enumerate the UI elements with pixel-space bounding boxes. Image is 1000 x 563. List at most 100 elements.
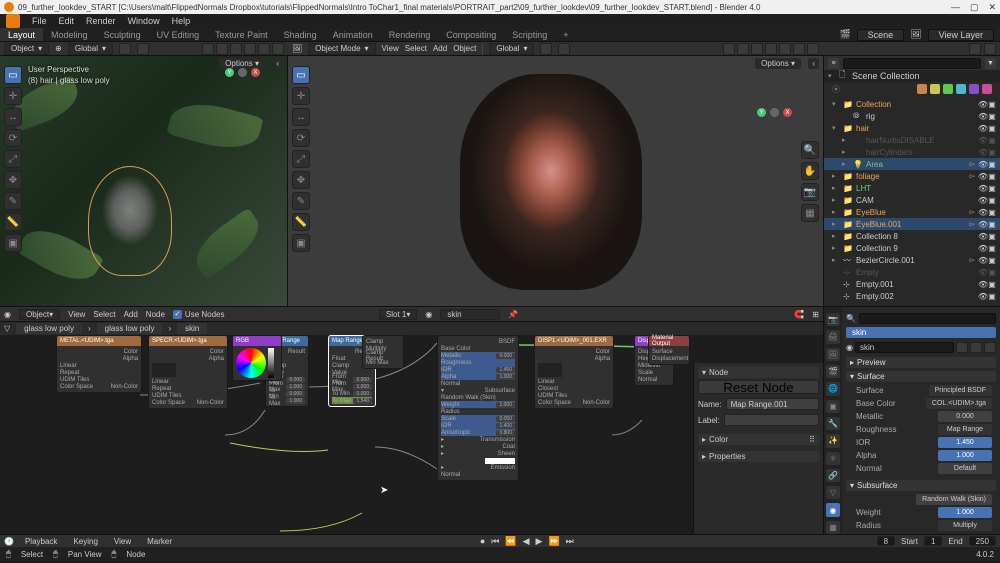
start-frame[interactable]: 1 [924, 536, 942, 546]
material-name-field[interactable]: skin [855, 342, 954, 353]
blender-logo-icon[interactable] [6, 14, 20, 28]
ptab-world[interactable]: 🌐 [826, 382, 840, 395]
nav-gizmo[interactable]: Z X Y [225, 68, 261, 104]
nh-view[interactable]: View [68, 310, 85, 319]
scene-collection-label[interactable]: Scene Collection [852, 71, 996, 81]
tool2-scale[interactable]: ⤢ [292, 150, 310, 168]
np-name-field[interactable]: Map Range.001 [726, 398, 819, 410]
preview-panel[interactable]: ▸ Preview [846, 357, 996, 368]
shading-rendered-icon[interactable] [272, 43, 284, 55]
outliner-filter-icon[interactable] [969, 43, 981, 55]
overlay-icon[interactable] [202, 43, 214, 55]
nav-persp-icon[interactable]: ▦ [801, 204, 819, 222]
nav-pan-icon[interactable]: ✋ [801, 162, 819, 180]
menu-help[interactable]: Help [172, 16, 191, 26]
menu-edit[interactable]: Edit [59, 16, 75, 26]
material-name-field[interactable]: skin [440, 309, 500, 320]
scene-field[interactable]: Scene [857, 29, 905, 41]
outliner-new-icon[interactable] [984, 43, 996, 55]
tab-animation[interactable]: Animation [325, 28, 381, 41]
basecolor-link[interactable]: COL.<UDIM>.tga [926, 398, 992, 409]
next-key-icon[interactable]: ⏩ [546, 536, 561, 547]
nregion2-toggle[interactable]: ‹ [808, 58, 819, 69]
gizmo-icon[interactable] [723, 43, 735, 55]
current-frame[interactable]: 8 [877, 536, 895, 546]
prop-search[interactable] [859, 313, 996, 324]
outliner-row[interactable]: ▾📁Collection👁▣ [824, 98, 1000, 110]
crumb-material[interactable]: skin [177, 323, 207, 334]
normal-field[interactable]: Default [938, 463, 992, 474]
outliner-row[interactable]: ▸hairNurbsDISABLE👁▣ [824, 134, 1000, 146]
outliner-row[interactable]: ▾📁hair👁▣ [824, 122, 1000, 134]
viewport-3d-right[interactable]: Options ▾ ‹ ▭ ✛ ↔ ⟳ ⤢ ✥ ✎ 📏 ▣ Z X Y 🔍 ✋ … [288, 56, 823, 306]
shading2-matprev-icon[interactable] [793, 43, 805, 55]
mode-dropdown[interactable]: Object▾ [4, 43, 49, 55]
tool2-move[interactable]: ↔ [292, 108, 310, 126]
ptab-viewlayer[interactable]: 🖼 [826, 348, 840, 361]
ptab-output[interactable]: 🖨 [826, 330, 840, 343]
outliner-row[interactable]: ▸📁LHT👁▣ [824, 182, 1000, 194]
np-props-title[interactable]: Properties [709, 452, 745, 461]
ptab-data[interactable]: ▽ [826, 486, 840, 499]
sss-type[interactable]: Random Walk (Skin) [916, 494, 992, 505]
outliner-row[interactable]: ▸💡Area▻👁▣ [824, 158, 1000, 170]
snap-icon[interactable] [119, 43, 131, 55]
menu-file[interactable]: File [32, 16, 47, 26]
outliner-row[interactable]: ⊹Empty.002👁▣ [824, 290, 1000, 302]
alpha-field[interactable]: 1.000 [938, 450, 992, 461]
outliner-row[interactable]: ▸〰BezierCircle.001▻👁▣ [824, 254, 1000, 266]
editor-type-icon[interactable]: 🖼 [292, 44, 302, 53]
tab-uvediting[interactable]: UV Editing [149, 28, 208, 41]
outliner-row[interactable]: ▸hairCylinders👁▣ [824, 146, 1000, 158]
np-color-title[interactable]: Color [709, 435, 728, 444]
outliner-row[interactable]: ⦾rig👁▣ [824, 110, 1000, 122]
tab-add[interactable]: + [555, 28, 576, 41]
nav-camera-icon[interactable]: 📷 [801, 183, 819, 201]
orientation-icon[interactable]: ⊕ [55, 44, 62, 53]
end-frame[interactable]: 250 [969, 536, 996, 546]
subsurface-panel[interactable]: ▾ Subsurface [846, 480, 996, 491]
tool-move[interactable]: ↔ [4, 108, 22, 126]
close-icon[interactable]: ✕ [988, 2, 996, 13]
crumb-object[interactable]: glass low poly [16, 323, 82, 334]
use-nodes-checkbox[interactable]: ✓Use Nodes [173, 310, 225, 319]
colortag-6[interactable] [982, 84, 992, 94]
orientation2-dropdown[interactable]: Global▾ [489, 43, 534, 55]
outliner-filter-funnel-icon[interactable]: ▼ [985, 58, 996, 69]
editor-type-node-icon[interactable]: ◉ [4, 310, 11, 319]
tl-keying[interactable]: Keying [68, 537, 102, 546]
node-tex-disp[interactable]: DISP1.<UDIM>_001.EXR Color Alpha Linear … [534, 335, 614, 409]
snap2-icon[interactable] [540, 43, 552, 55]
nav-zoom-icon[interactable]: 🔍 [801, 141, 819, 159]
colortag-1[interactable] [917, 84, 927, 94]
snap-node-icon[interactable]: 🧲 [794, 310, 804, 319]
tab-layout[interactable]: Layout [0, 28, 43, 41]
ptab-render[interactable]: 📷 [826, 313, 840, 326]
reset-node-button[interactable]: Reset Node [698, 380, 819, 394]
crumb-mesh[interactable]: glass low poly [97, 323, 163, 334]
viewlayer-field[interactable]: View Layer [928, 29, 994, 41]
ptab-object[interactable]: ▣ [826, 400, 840, 413]
tl-view[interactable]: View [109, 537, 136, 546]
nh-node[interactable]: Node [146, 310, 165, 319]
tl-playback[interactable]: Playback [20, 537, 62, 546]
tool-transform[interactable]: ✥ [4, 171, 22, 189]
tab-sculpting[interactable]: Sculpting [96, 28, 149, 41]
node-rgb[interactable]: RGB [232, 335, 282, 381]
colortag-5[interactable] [969, 84, 979, 94]
tool2-select-box[interactable]: ▭ [292, 66, 310, 84]
vp-menu-select[interactable]: Select [405, 44, 427, 53]
ptab-modifier[interactable]: 🔧 [826, 417, 840, 430]
node-type-dropdown[interactable]: Object ▾ [19, 309, 60, 320]
outliner-type-icon[interactable]: ≡ [828, 58, 839, 69]
shader-node-editor[interactable]: ◉ Object ▾ View Select Add Node ✓Use Nod… [0, 307, 823, 534]
tool-rotate[interactable]: ⟳ [4, 129, 22, 147]
nh-select[interactable]: Select [93, 310, 115, 319]
radius-link[interactable]: Multiply [938, 520, 992, 531]
colortag-3[interactable] [943, 84, 953, 94]
nh-add[interactable]: Add [124, 310, 138, 319]
shading2-wire-icon[interactable] [765, 43, 777, 55]
outliner-row[interactable]: ▸📁Collection 8👁▣ [824, 230, 1000, 242]
minimize-icon[interactable]: — [951, 2, 960, 13]
tab-compositing[interactable]: Compositing [438, 28, 504, 41]
